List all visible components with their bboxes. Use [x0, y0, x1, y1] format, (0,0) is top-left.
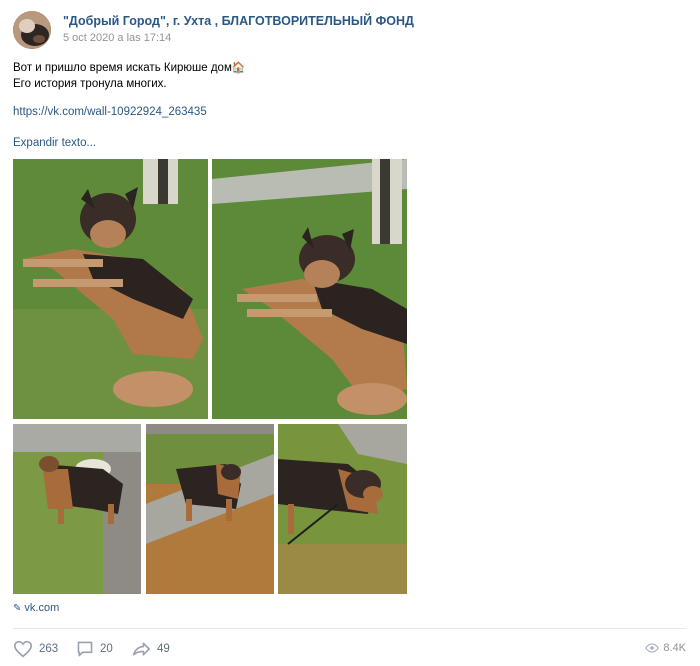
- post-link[interactable]: https://vk.com/wall-10922924_263435: [13, 106, 207, 118]
- expand-text-link[interactable]: Expandir texto...: [13, 137, 96, 149]
- post-text-line-1: Вот и пришло время искать Кирюше дом: [13, 62, 232, 74]
- house-emoji: 🏠: [231, 62, 246, 74]
- eye-icon: [645, 643, 660, 653]
- post-text: Вот и пришло время искать Кирюше дом🏠 Ег…: [13, 60, 246, 92]
- views-counter: 8.4K: [645, 642, 686, 654]
- post-text-line-2: Его история тронула многих.: [13, 78, 167, 90]
- share-arrow-icon: [132, 642, 150, 656]
- photo-5[interactable]: [278, 424, 407, 594]
- heart-icon: [13, 640, 33, 658]
- like-count: 263: [39, 643, 59, 655]
- photo-4[interactable]: [146, 424, 274, 594]
- attachment-source[interactable]: ✎ vk.com: [13, 602, 59, 614]
- share-button[interactable]: 49: [131, 640, 170, 658]
- comment-icon: [77, 641, 93, 657]
- avatar[interactable]: [13, 11, 51, 49]
- views-count: 8.4K: [663, 642, 686, 654]
- divider: [13, 628, 686, 629]
- comment-button[interactable]: 20: [76, 640, 113, 658]
- photo-1[interactable]: [13, 159, 208, 419]
- wall-post: "Добрый Город", г. Ухта , БЛАГОТВОРИТЕЛЬ…: [0, 0, 700, 666]
- photo-3[interactable]: [13, 424, 141, 594]
- share-count: 49: [157, 643, 170, 655]
- pin-icon: ✎: [13, 603, 22, 614]
- post-date[interactable]: 5 oct 2020 a las 17:14: [63, 32, 171, 44]
- source-label[interactable]: vk.com: [24, 602, 59, 614]
- post-author[interactable]: "Добрый Город", г. Ухта , БЛАГОТВОРИТЕЛЬ…: [63, 14, 414, 28]
- photo-2[interactable]: [212, 159, 407, 419]
- comment-count: 20: [100, 643, 113, 655]
- like-button[interactable]: 263: [13, 640, 58, 658]
